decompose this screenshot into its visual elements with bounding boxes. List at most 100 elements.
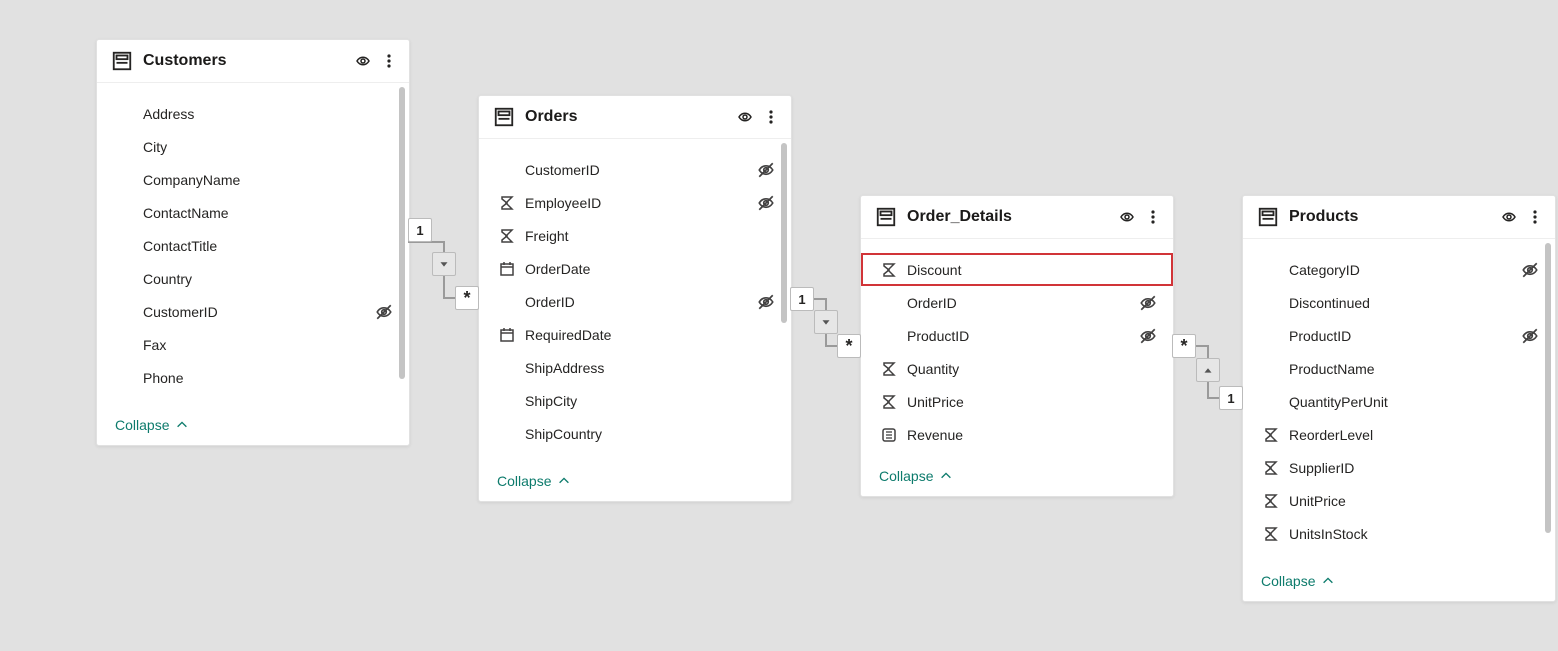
field-row[interactable]: RequiredDate <box>479 318 791 351</box>
field-row[interactable]: CompanyName <box>97 163 409 196</box>
hidden-icon <box>1137 294 1159 312</box>
collapse-label: Collapse <box>115 417 169 433</box>
visibility-icon[interactable] <box>737 109 753 125</box>
field-row[interactable]: QuantityPerUnit <box>1243 385 1555 418</box>
table-header[interactable]: Orders <box>479 96 791 139</box>
cardinality-many: * <box>1172 334 1196 358</box>
field-row[interactable]: ShipCountry <box>479 417 791 450</box>
field-type-icon <box>881 361 903 377</box>
field-list: Address City CompanyName ContactName Contact… <box>97 83 409 409</box>
table-orders[interactable]: Orders CustomerID EmployeeIDFreight OrderD… <box>478 95 792 502</box>
collapse-label: Collapse <box>879 468 933 484</box>
field-type-icon <box>499 228 521 244</box>
visibility-icon[interactable] <box>1119 209 1135 225</box>
field-row[interactable]: ProductID <box>861 319 1173 352</box>
field-name: Fax <box>139 337 373 353</box>
field-name: ContactTitle <box>139 238 373 254</box>
field-row[interactable]: Discontinued <box>1243 286 1555 319</box>
field-row[interactable]: ContactTitle <box>97 229 409 262</box>
scrollbar[interactable] <box>781 143 787 323</box>
table-customers[interactable]: Customers Address City CompanyName ContactN… <box>96 39 410 446</box>
hidden-icon <box>755 194 777 212</box>
field-row[interactable]: EmployeeID <box>479 186 791 219</box>
cardinality-one: 1 <box>1219 386 1243 410</box>
field-row[interactable]: CustomerID <box>479 153 791 186</box>
field-row[interactable]: Freight <box>479 219 791 252</box>
more-icon[interactable] <box>763 109 779 125</box>
table-title: Orders <box>525 108 727 126</box>
filter-direction-icon <box>814 310 838 334</box>
field-name: Discount <box>903 262 1137 278</box>
field-name: ReorderLevel <box>1285 427 1519 443</box>
field-name: Phone <box>139 370 373 386</box>
field-name: CustomerID <box>521 162 755 178</box>
cardinality-one: 1 <box>790 287 814 311</box>
field-row[interactable]: City <box>97 130 409 163</box>
field-name: RequiredDate <box>521 327 755 343</box>
field-row[interactable]: ContactName <box>97 196 409 229</box>
field-name: ShipAddress <box>521 360 755 376</box>
field-name: OrderDate <box>521 261 755 277</box>
filter-direction-icon <box>432 252 456 276</box>
hidden-icon <box>1519 327 1541 345</box>
field-row[interactable]: Discount <box>861 253 1173 286</box>
field-type-icon <box>1263 526 1285 542</box>
table-order-details[interactable]: Order_Details Discount OrderID ProductID Qu… <box>860 195 1174 497</box>
field-name: Quantity <box>903 361 1137 377</box>
field-name: CompanyName <box>139 172 373 188</box>
field-row[interactable]: ReorderLevel <box>1243 418 1555 451</box>
field-type-icon <box>499 327 521 343</box>
more-icon[interactable] <box>1145 209 1161 225</box>
visibility-icon[interactable] <box>355 53 371 69</box>
table-header[interactable]: Customers <box>97 40 409 83</box>
hidden-icon <box>755 161 777 179</box>
field-name: ShipCity <box>521 393 755 409</box>
field-row[interactable]: Country <box>97 262 409 295</box>
field-name: UnitPrice <box>1285 493 1519 509</box>
field-type-icon <box>881 262 903 278</box>
collapse-button[interactable]: Collapse <box>497 473 571 489</box>
field-row[interactable]: Phone <box>97 361 409 394</box>
field-row[interactable]: Revenue <box>861 418 1173 451</box>
field-row[interactable]: CategoryID <box>1243 253 1555 286</box>
field-row[interactable]: Fax <box>97 328 409 361</box>
field-type-icon <box>881 427 903 443</box>
field-row[interactable]: SupplierID <box>1243 451 1555 484</box>
field-row[interactable]: OrderID <box>861 286 1173 319</box>
collapse-button[interactable]: Collapse <box>1261 573 1335 589</box>
field-name: ProductID <box>903 328 1137 344</box>
visibility-icon[interactable] <box>1501 209 1517 225</box>
scrollbar[interactable] <box>399 87 405 379</box>
field-row[interactable]: OrderID <box>479 285 791 318</box>
cardinality-many: * <box>837 334 861 358</box>
field-row[interactable]: UnitPrice <box>1243 484 1555 517</box>
field-row[interactable]: ProductID <box>1243 319 1555 352</box>
more-icon[interactable] <box>381 53 397 69</box>
field-type-icon <box>1263 427 1285 443</box>
field-name: City <box>139 139 373 155</box>
field-name: Country <box>139 271 373 287</box>
table-products[interactable]: Products CategoryIDDiscontinuedProductID… <box>1242 195 1556 602</box>
cardinality-many: * <box>455 286 479 310</box>
hidden-icon <box>373 303 395 321</box>
field-row[interactable]: CustomerID <box>97 295 409 328</box>
hidden-icon <box>755 293 777 311</box>
field-row[interactable]: UnitsInStock <box>1243 517 1555 550</box>
table-title: Order_Details <box>907 208 1109 226</box>
field-row[interactable]: UnitPrice <box>861 385 1173 418</box>
field-row[interactable]: Address <box>97 97 409 130</box>
collapse-button[interactable]: Collapse <box>115 417 189 433</box>
field-type-icon <box>1263 493 1285 509</box>
collapse-button[interactable]: Collapse <box>879 468 953 484</box>
table-icon <box>1257 206 1279 228</box>
scrollbar[interactable] <box>1545 243 1551 533</box>
more-icon[interactable] <box>1527 209 1543 225</box>
field-row[interactable]: ProductName <box>1243 352 1555 385</box>
table-header[interactable]: Products <box>1243 196 1555 239</box>
field-type-icon <box>499 195 521 211</box>
field-row[interactable]: ShipAddress <box>479 351 791 384</box>
field-row[interactable]: ShipCity <box>479 384 791 417</box>
field-row[interactable]: OrderDate <box>479 252 791 285</box>
table-header[interactable]: Order_Details <box>861 196 1173 239</box>
field-row[interactable]: Quantity <box>861 352 1173 385</box>
